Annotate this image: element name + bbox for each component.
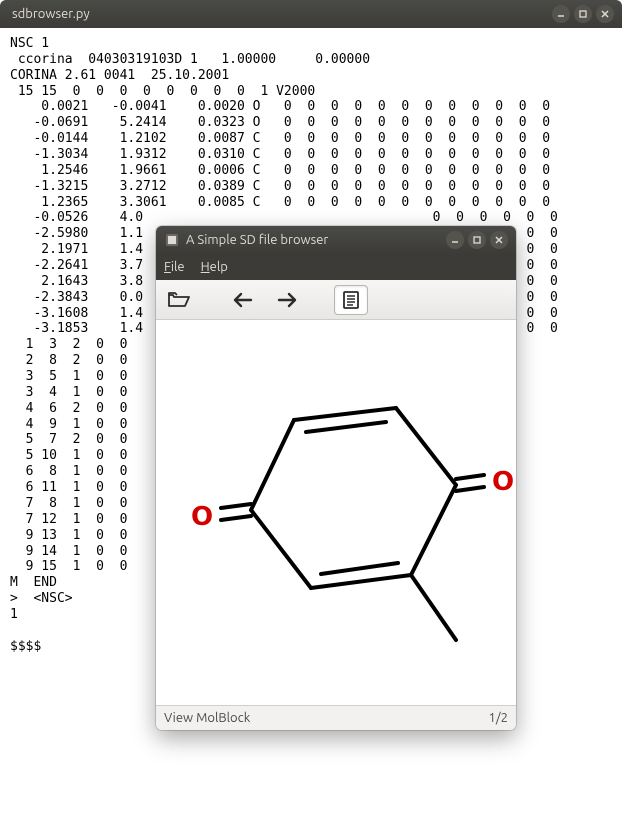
- molecule-canvas: O O: [156, 320, 516, 706]
- maximize-button[interactable]: [574, 5, 592, 23]
- sd-browser-window: A Simple SD file browser File Help: [156, 226, 516, 730]
- document-lines-icon: [341, 290, 361, 310]
- browser-toolbar: [156, 280, 516, 320]
- main-window-titlebar: sdbrowser.py: [0, 0, 622, 28]
- browser-menubar: File Help: [156, 254, 516, 280]
- minimize-button[interactable]: [552, 5, 570, 23]
- browser-maximize-button[interactable]: [468, 231, 486, 249]
- browser-statusbar: View MolBlock 1/2: [156, 706, 516, 730]
- menu-file[interactable]: File: [164, 260, 185, 274]
- status-text: View MolBlock: [164, 711, 489, 725]
- open-file-button[interactable]: [162, 285, 196, 315]
- close-button[interactable]: [596, 5, 614, 23]
- menu-help[interactable]: Help: [201, 260, 228, 274]
- folder-open-icon: [168, 291, 190, 309]
- page-indicator: 1/2: [489, 711, 508, 725]
- browser-window-title: A Simple SD file browser: [186, 233, 440, 247]
- main-window-title: sdbrowser.py: [8, 7, 552, 21]
- arrow-right-icon: [277, 292, 297, 308]
- app-icon: [164, 232, 180, 248]
- prev-button[interactable]: [226, 285, 260, 315]
- browser-window-controls: [446, 231, 508, 249]
- browser-minimize-button[interactable]: [446, 231, 464, 249]
- main-window-controls: [552, 5, 614, 23]
- browser-close-button[interactable]: [490, 231, 508, 249]
- molecule-drawing: O O: [156, 320, 516, 700]
- browser-titlebar: A Simple SD file browser: [156, 226, 516, 254]
- menu-help-label: elp: [210, 260, 228, 274]
- atom-label-o-left: O: [191, 502, 213, 532]
- atom-label-o-right: O: [492, 467, 514, 497]
- menu-file-label: ile: [171, 260, 185, 274]
- next-button[interactable]: [270, 285, 304, 315]
- view-molblock-button[interactable]: [334, 285, 368, 315]
- arrow-left-icon: [233, 292, 253, 308]
